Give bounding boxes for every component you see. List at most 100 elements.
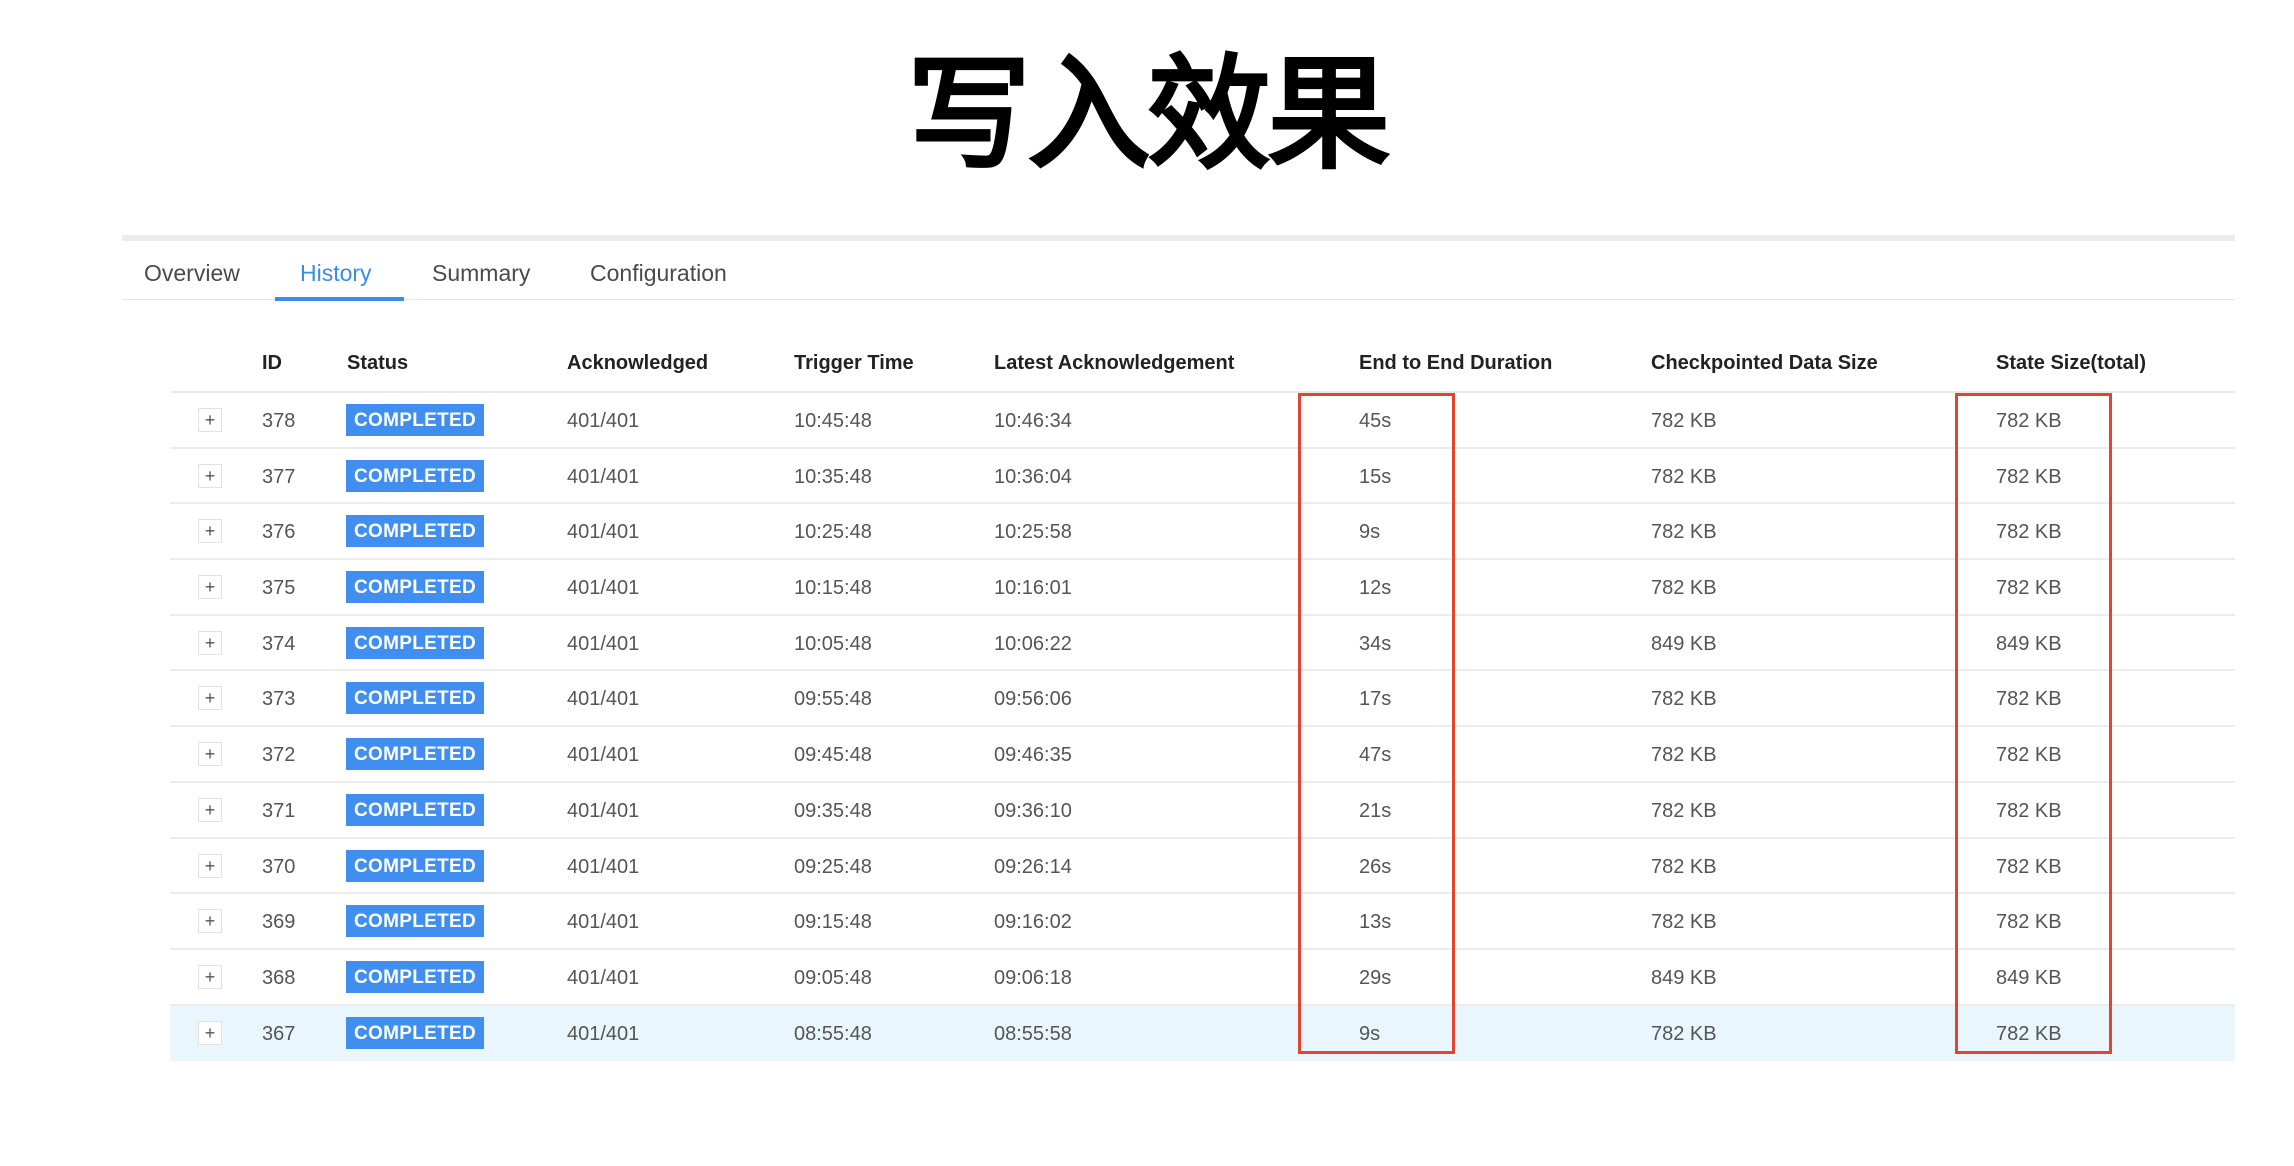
end-to-end-duration: 29s <box>1359 966 1392 989</box>
acknowledged-count: 401/401 <box>567 966 640 989</box>
column-header-latest-acknowledgement: Latest Acknowledgement <box>994 352 1235 374</box>
checkpointed-data-size: 782 KB <box>1651 465 1717 488</box>
column-header-checkpointed-data-size: Checkpointed Data Size <box>1651 352 1878 374</box>
table-row[interactable]: +376 COMPLETED 401/401 10:25:48 10:25:58 9s 78… <box>170 504 2235 561</box>
expand-row-button[interactable]: + <box>198 686 222 711</box>
checkpointed-data-size: 782 KB <box>1651 799 1717 822</box>
status-badge: COMPLETED <box>346 793 484 826</box>
status-badge: COMPLETED <box>346 738 484 771</box>
state-size-total: 849 KB <box>1996 966 2062 989</box>
trigger-time: 10:35:48 <box>794 465 872 488</box>
state-size-total: 849 KB <box>1996 632 2062 655</box>
table-row[interactable]: +377 COMPLETED 401/401 10:35:48 10:36:04 15s 7… <box>170 449 2235 505</box>
checkpoint-id: 373 <box>262 688 296 711</box>
state-size-total: 782 KB <box>1996 688 2062 711</box>
end-to-end-duration: 47s <box>1359 744 1392 767</box>
column-header-end-to-end-duration: End to End Duration <box>1359 352 1553 374</box>
latest-acknowledgement: 09:36:10 <box>994 799 1072 822</box>
checkpointed-data-size: 782 KB <box>1651 521 1717 544</box>
trigger-time: 09:55:48 <box>794 688 872 711</box>
acknowledged-count: 401/401 <box>567 577 640 600</box>
state-size-total: 782 KB <box>1996 465 2062 488</box>
acknowledged-count: 401/401 <box>567 521 640 544</box>
expand-row-button[interactable]: + <box>198 797 222 822</box>
status-badge: COMPLETED <box>346 905 484 938</box>
tab-overview[interactable]: Overview <box>144 243 240 300</box>
expand-row-button[interactable]: + <box>198 519 222 544</box>
end-to-end-duration: 13s <box>1359 911 1392 934</box>
table-row[interactable]: +374 COMPLETED 401/401 10:05:48 10:06:22 34s 8… <box>170 616 2235 672</box>
state-size-total: 782 KB <box>1996 855 2062 878</box>
state-size-total: 782 KB <box>1996 1022 2062 1045</box>
table-row[interactable]: +371 COMPLETED 401/401 09:35:48 09:36:10 21s 7… <box>170 783 2235 839</box>
checkpoint-id: 376 <box>262 521 296 544</box>
latest-acknowledgement: 10:36:04 <box>994 465 1072 488</box>
checkpoint-id: 375 <box>262 577 296 600</box>
expand-row-button[interactable]: + <box>198 853 222 878</box>
checkpointed-data-size: 782 KB <box>1651 410 1717 432</box>
table-body: +378 COMPLETED 401/401 10:45:48 10:46:34 45s 7… <box>170 393 2235 1062</box>
expand-row-button[interactable]: + <box>198 630 222 655</box>
status-badge: COMPLETED <box>346 626 484 659</box>
checkpoint-id: 374 <box>262 632 296 655</box>
checkpointed-data-size: 782 KB <box>1651 577 1717 600</box>
trigger-time: 10:25:48 <box>794 521 872 544</box>
checkpointed-data-size: 782 KB <box>1651 911 1717 934</box>
table-row[interactable]: +369 COMPLETED 401/401 09:15:48 09:16:02 13s 7… <box>170 894 2235 950</box>
end-to-end-duration: 15s <box>1359 465 1392 488</box>
checkpointed-data-size: 849 KB <box>1651 632 1717 655</box>
table-row[interactable]: +368 COMPLETED 401/401 09:05:48 09:06:18 29s 8… <box>170 950 2235 1006</box>
latest-acknowledgement: 09:06:18 <box>994 966 1072 989</box>
end-to-end-duration: 9s <box>1359 1022 1381 1045</box>
latest-acknowledgement: 10:46:34 <box>994 410 1072 432</box>
expand-row-button[interactable]: + <box>198 463 222 488</box>
tab-history[interactable]: History <box>300 243 372 300</box>
expand-row-button[interactable]: + <box>198 575 222 600</box>
expand-row-button[interactable]: + <box>198 1020 222 1045</box>
state-size-total: 782 KB <box>1996 799 2062 822</box>
latest-acknowledgement: 09:56:06 <box>994 688 1072 711</box>
status-badge: COMPLETED <box>346 1016 484 1049</box>
state-size-total: 782 KB <box>1996 911 2062 934</box>
expand-row-button[interactable]: + <box>198 909 222 934</box>
column-header-state-size: State Size(total) <box>1996 352 2147 374</box>
checkpointed-data-size: 782 KB <box>1651 1022 1717 1045</box>
checkpoint-id: 378 <box>262 410 296 432</box>
expand-row-button[interactable]: + <box>198 742 222 767</box>
checkpoint-id: 369 <box>262 911 296 934</box>
latest-acknowledgement: 09:16:02 <box>994 911 1072 934</box>
table-row[interactable]: +378 COMPLETED 401/401 10:45:48 10:46:34 45s 7… <box>170 393 2235 449</box>
trigger-time: 10:15:48 <box>794 577 872 600</box>
acknowledged-count: 401/401 <box>567 465 640 488</box>
status-badge: COMPLETED <box>346 849 484 882</box>
trigger-time: 09:15:48 <box>794 911 872 934</box>
checkpointed-data-size: 849 KB <box>1651 966 1717 989</box>
table-row[interactable]: +373 COMPLETED 401/401 09:55:48 09:56:06 17s 7… <box>170 671 2235 728</box>
status-badge: COMPLETED <box>346 571 484 604</box>
status-badge: COMPLETED <box>346 515 484 548</box>
status-badge: COMPLETED <box>346 459 484 492</box>
tab-summary[interactable]: Summary <box>432 243 530 300</box>
acknowledged-count: 401/401 <box>567 744 640 767</box>
acknowledged-count: 401/401 <box>567 688 640 711</box>
latest-acknowledgement: 09:26:14 <box>994 855 1072 878</box>
top-divider <box>122 235 2235 241</box>
acknowledged-count: 401/401 <box>567 1022 640 1045</box>
checkpoint-id: 368 <box>262 966 296 989</box>
table-row[interactable]: +372 COMPLETED 401/401 09:45:48 09:46:35 47s 7… <box>170 727 2235 783</box>
checkpointed-data-size: 782 KB <box>1651 855 1717 878</box>
trigger-time: 09:25:48 <box>794 855 872 878</box>
checkpoint-id: 370 <box>262 855 296 878</box>
checkpointed-data-size: 782 KB <box>1651 688 1717 711</box>
expand-row-button[interactable]: + <box>198 964 222 989</box>
table-row[interactable]: +375 COMPLETED 401/401 10:15:48 10:16:01 12s 7… <box>170 560 2235 616</box>
table-row[interactable]: +367 COMPLETED 401/401 08:55:48 08:55:58 9s 78… <box>170 1005 2235 1062</box>
trigger-time: 09:35:48 <box>794 799 872 822</box>
trigger-time: 10:45:48 <box>794 410 872 432</box>
expand-row-button[interactable]: + <box>198 408 222 432</box>
table-row[interactable]: +370 COMPLETED 401/401 09:25:48 09:26:14 26s 7… <box>170 839 2235 895</box>
tab-configuration[interactable]: Configuration <box>590 243 727 300</box>
end-to-end-duration: 21s <box>1359 799 1392 822</box>
checkpoint-id: 372 <box>262 744 296 767</box>
end-to-end-duration: 45s <box>1359 410 1392 432</box>
